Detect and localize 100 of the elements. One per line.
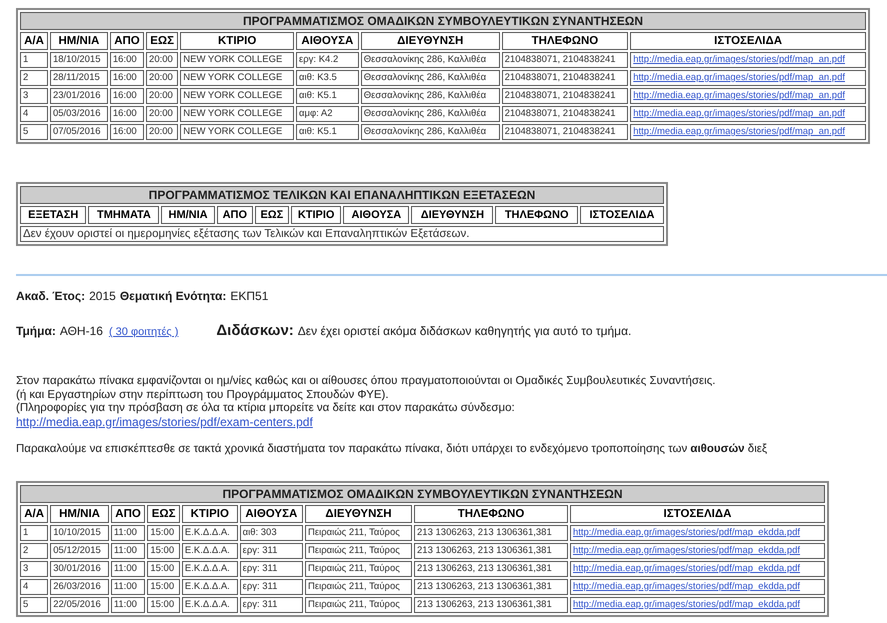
column-header: Α/Α: [20, 32, 48, 50]
table-cell: 2104838071, 2104838241: [502, 52, 628, 68]
column-header: ΔΙΕΥΘΥΝΣΗ: [411, 206, 494, 224]
table-cell: Πειραιώς 211, Ταύρος: [305, 524, 412, 540]
table-cell: 213 1306263, 213 1306361,381: [414, 596, 568, 612]
table-cell: 11:00: [110, 542, 146, 558]
table-cell: 15:00: [147, 560, 180, 576]
students-link[interactable]: ( 30 φοιτητές ): [108, 326, 178, 338]
exam-centers-link[interactable]: http://media.eap.gr/images/stories/pdf/exam-centers.pdf: [16, 414, 313, 428]
table-cell: 11:00: [110, 578, 146, 594]
table-cell: Θεσσαλονίκης 286, Καλλιθέα: [360, 88, 500, 104]
table-cell: Πειραιώς 211, Ταύρος: [305, 596, 412, 612]
table-cell: εργ: 311: [240, 560, 303, 576]
group-value: ΑΘΗ-16: [60, 324, 103, 338]
table-cell: 1: [20, 52, 48, 68]
column-header: ΚΤΙΡΙΟ: [290, 206, 342, 224]
website-link[interactable]: http://media.eap.gr/images/stories/pdf/map_ekdda.pdf: [572, 562, 800, 574]
table-cell: NEW YORK COLLEGE: [180, 106, 294, 122]
column-header: ΕΩΣ: [146, 32, 178, 50]
website-link[interactable]: http://media.eap.gr/images/stories/pdf/map_ekdda.pdf: [572, 598, 800, 610]
table-cell: 20:00: [146, 88, 178, 104]
column-header: ΤΗΛΕΦΩΝΟ: [502, 32, 628, 50]
table-cell: 11:00: [110, 596, 146, 612]
table-cell: 213 1306263, 213 1306361,381: [414, 524, 568, 540]
table-cell: 16:00: [110, 124, 144, 140]
table-cell: 10/10/2015: [50, 524, 109, 540]
table-cell: 20:00: [146, 52, 178, 68]
website-link[interactable]: http://media.eap.gr/images/stories/pdf/map_an.pdf: [633, 90, 845, 101]
table-cell: NEW YORK COLLEGE: [180, 88, 294, 104]
year-label: Ακαδ. Έτος:: [16, 289, 86, 303]
column-header: ΑΙΘΟΥΣΑ: [296, 32, 359, 50]
table-cell: 11:00: [110, 560, 146, 576]
website-link[interactable]: http://media.eap.gr/images/stories/pdf/map_ekdda.pdf: [572, 544, 800, 556]
table-cell: 3: [20, 560, 48, 576]
table-cell: 07/05/2016: [50, 124, 108, 140]
table-cell: 4: [20, 106, 48, 122]
column-header: ΗΜ/ΝΙΑ: [50, 32, 108, 50]
table-cell: 16:00: [110, 88, 144, 104]
table-cell: αιθ: Κ5.1: [296, 88, 359, 104]
table-cell: Θεσσαλονίκης 286, Καλλιθέα: [360, 52, 500, 68]
column-header: ΑΠΟ: [110, 504, 146, 522]
column-header: ΔΙΕΥΘΥΝΣΗ: [305, 504, 412, 522]
notice-text: Παρακαλούμε να επισκέπτεσθε σε τακτά χρονικά διαστήματα τον παρακάτω πίνακα, διότι υπάρχει το ενδεχόμενο τροποποίησης των αιθουσών διεξ: [16, 443, 768, 456]
table-cell: εργ: 311: [240, 596, 303, 612]
notice-text: (ή και Εργαστηρίων στην περίπτωση του Προγράμματος Σπουδών ΦΥΕ).: [16, 388, 390, 402]
table-cell: 1: [20, 524, 48, 540]
table-cell: 2104838071, 2104838241: [502, 88, 628, 104]
table-cell: 2: [20, 542, 48, 558]
table-cell: 26/03/2016: [50, 578, 109, 594]
table-cell: 16:00: [110, 70, 144, 86]
column-header: ΙΣΤΟΣΕΛΙΔΑ: [580, 206, 664, 224]
table-cell: 15:00: [147, 524, 180, 540]
column-header: ΕΞΕΤΑΣΗ: [20, 206, 86, 224]
website-link[interactable]: http://media.eap.gr/images/stories/pdf/map_ekdda.pdf: [572, 526, 800, 538]
table-cell: 05/03/2016: [50, 106, 108, 122]
table-cell: 213 1306263, 213 1306361,381: [414, 560, 568, 576]
website-link[interactable]: http://media.eap.gr/images/stories/pdf/map_an.pdf: [633, 54, 845, 65]
column-header: ΗΜ/ΝΙΑ: [50, 504, 109, 522]
table-cell: 15:00: [147, 596, 180, 612]
table-cell: 2: [20, 70, 48, 86]
table-cell: 5: [20, 596, 48, 612]
table-cell: Ε.Κ.Δ.Δ.Α.: [182, 596, 238, 612]
table-cell: Ε.Κ.Δ.Δ.Α.: [182, 542, 238, 558]
table-cell: 28/11/2015: [50, 70, 108, 86]
table-cell: 22/05/2016: [50, 596, 109, 612]
table-cell: 30/01/2016: [50, 560, 109, 576]
unit-value: ΕΚΠ51: [230, 289, 268, 303]
table-cell: Θεσσαλονίκης 286, Καλλιθέα: [360, 124, 500, 140]
table-cell: 16:00: [110, 106, 144, 122]
table-cell: Πειραιώς 211, Ταύρος: [305, 578, 412, 594]
table-cell: NEW YORK COLLEGE: [180, 70, 294, 86]
table-cell: 4: [20, 578, 48, 594]
table-cell: αιθ: Κ3.5: [296, 70, 359, 86]
website-link[interactable]: http://media.eap.gr/images/stories/pdf/map_an.pdf: [633, 108, 845, 119]
column-header: ΤΗΛΕΦΩΝΟ: [414, 504, 568, 522]
table-cell: 05/12/2015: [50, 542, 109, 558]
notice-text: Στον παρακάτω πίνακα εμφανίζονται οι ημ/νίες καθώς και οι αίθουσες όπου πραγματοποιούνται οι Ομαδικές Συμβουλευτικές Συναντήσεις.: [16, 375, 716, 388]
unit-label: Θεματική Ενότητα:: [120, 289, 226, 303]
year-value: 2015: [89, 289, 116, 303]
column-header: ΙΣΤΟΣΕΛΙΔΑ: [570, 504, 825, 522]
table-cell: Πειραιώς 211, Ταύρος: [305, 560, 412, 576]
website-link[interactable]: http://media.eap.gr/images/stories/pdf/map_an.pdf: [633, 72, 845, 83]
table-cell: εργ: 311: [240, 542, 303, 558]
empty-message: Δεν έχουν οριστεί οι ημερομηνίες εξέτασης των Τελικών και Επαναληπτικών Εξετάσεων.: [20, 226, 664, 242]
notice-text: (Πληροφορίες για την πρόσβαση σε όλα τα κτίρια μπορείτε να δείτε και στον παρακάτω σύνδεσμο:: [16, 402, 516, 416]
table-cell: 5: [20, 124, 48, 140]
table-cell: NEW YORK COLLEGE: [180, 124, 294, 140]
column-header: ΙΣΤΟΣΕΛΙΔΑ: [630, 32, 866, 50]
table-cell: αιθ: 303: [240, 524, 303, 540]
table-cell: 2104838071, 2104838241: [502, 106, 628, 122]
table-cell: 18/10/2015: [50, 52, 108, 68]
table-cell: εργ: Κ4.2: [296, 52, 359, 68]
column-header: ΑΠΟ: [216, 206, 253, 224]
website-link[interactable]: http://media.eap.gr/images/stories/pdf/map_an.pdf: [633, 126, 845, 137]
website-link[interactable]: http://media.eap.gr/images/stories/pdf/map_ekdda.pdf: [572, 580, 800, 592]
column-header: ΑΙΘΟΥΣΑ: [240, 504, 303, 522]
column-header: Α/Α: [20, 504, 48, 522]
table-title: ΠΡΟΓΡΑΜΜΑΤΙΣΜΟΣ ΟΜΑΔΙΚΩΝ ΣΥΜΒΟΥΛΕΥΤΙΚΩΝ ΣΥΝΑΝΤΗΣΕΩΝ: [20, 484, 825, 502]
table-cell: 2104838071, 2104838241: [502, 124, 628, 140]
column-header: ΕΩΣ: [147, 504, 180, 522]
